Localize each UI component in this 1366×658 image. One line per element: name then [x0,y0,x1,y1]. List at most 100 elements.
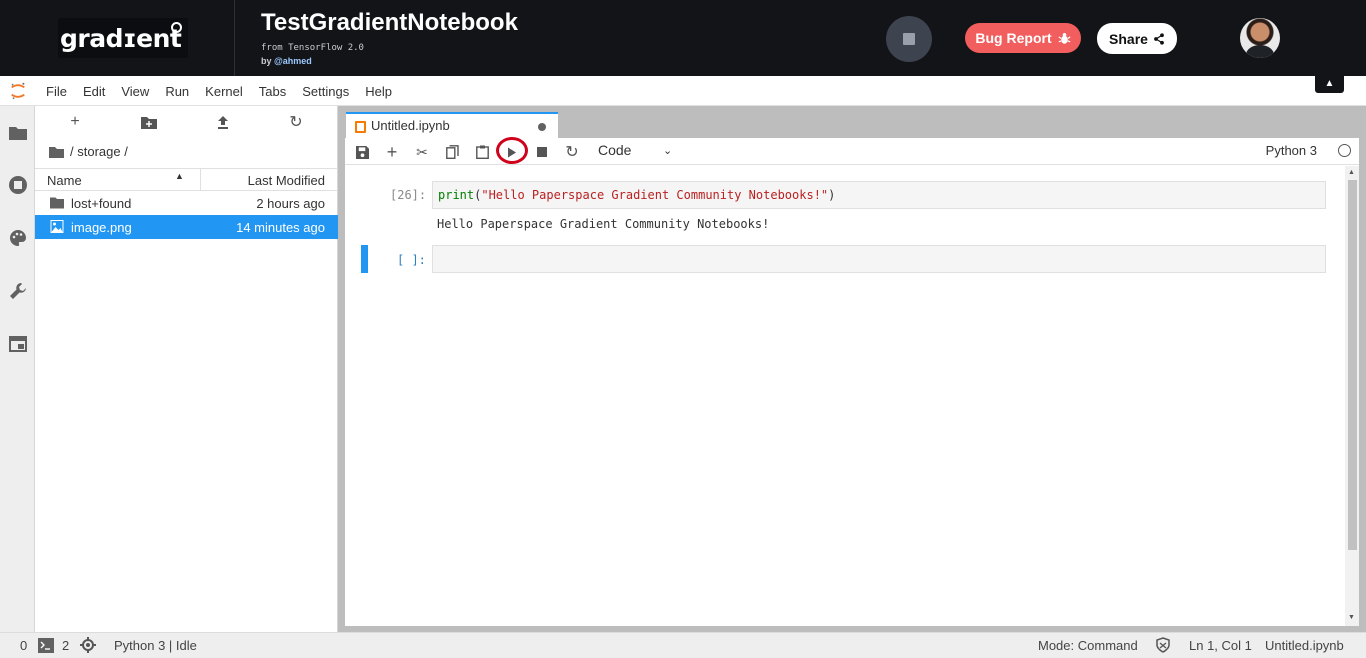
menu-edit[interactable]: Edit [75,76,113,106]
notebook-subtitle: from TensorFlow 2.0 [261,43,364,53]
chevron-down-icon[interactable]: ⌄ [663,144,672,157]
new-folder-icon[interactable] [140,113,158,131]
file-row-lost-found[interactable]: lost+found 2 hours ago [35,191,338,215]
cut-icon[interactable]: ✂ [412,142,432,162]
shield-icon[interactable] [1156,637,1170,656]
image-file-icon [50,220,64,233]
file-modified: 14 minutes ago [236,220,325,235]
status-bar: 0 2 Python 3 | Idle Mode: Command Ln 1, … [0,632,1366,658]
menu-tabs[interactable]: Tabs [251,76,294,106]
menu-bar: File Edit View Run Kernel Tabs Settings … [0,76,1366,106]
kernel-gear-icon[interactable] [80,637,96,656]
jupyter-logo-icon [11,82,25,100]
folder-icon[interactable] [8,122,28,142]
header-divider [234,0,235,76]
notebook-title: TestGradientNotebook [261,9,518,36]
code-keyword: print [438,188,475,202]
code-string: "Hello Paperspace Gradient Community Not… [481,188,829,202]
bug-report-label: Bug Report [975,30,1052,46]
input-prompt: [26]: [390,188,427,202]
notebook-icon [355,121,366,133]
code-text: print("Hello Paperspace Gradient Communi… [438,188,835,202]
menu-view[interactable]: View [113,76,157,106]
stop-notebook-button[interactable] [886,16,932,62]
menu-run[interactable]: Run [157,76,197,106]
logo-dot-icon [171,22,182,33]
kernel-status-icon [1338,144,1351,157]
unsaved-indicator-icon[interactable] [538,123,546,131]
running-icon[interactable] [8,175,28,195]
menu-kernel[interactable]: Kernel [197,76,251,106]
code-paren-close: ) [828,188,836,202]
cell-output: Hello Paperspace Gradient Community Note… [437,217,770,231]
column-last-modified[interactable]: Last Modified [248,173,325,188]
scroll-up-icon[interactable]: ▲ [1348,169,1355,176]
restart-kernel-icon[interactable]: ↻ [562,142,582,162]
breadcrumb: / storage / [49,144,128,159]
kernel-status-text[interactable]: Python 3 | Idle [114,638,197,653]
menu-help[interactable]: Help [357,76,400,106]
active-cell-indicator [361,245,368,273]
author-prefix: by [261,56,275,66]
gradient-logo[interactable]: gradɪent [58,18,188,58]
author-link[interactable]: @ahmed [274,56,312,66]
share-button[interactable]: Share [1097,23,1177,54]
notebook-panel: + ✂ ↻ Code ⌄ Python 3 [26]: print("Hello… [345,137,1359,626]
run-button-highlight [496,137,528,164]
kernel-name[interactable]: Python 3 [1266,143,1317,158]
notebook-scrollbar[interactable]: ▲ ▼ [1345,166,1359,626]
main-dock-area: Untitled.ipynb + ✂ ↻ Code ⌄ Python 3 [26… [338,106,1366,632]
bug-report-button[interactable]: Bug Report [965,23,1081,53]
code-cell-input[interactable] [432,245,1326,273]
terminal-count[interactable]: 2 [62,638,69,653]
file-name: lost+found [71,196,132,211]
new-launcher-icon[interactable]: + [66,113,84,131]
share-icon [1154,32,1164,45]
palette-icon[interactable] [8,228,28,248]
tab-untitled-ipynb[interactable]: Untitled.ipynb [346,112,558,138]
sort-ascending-icon: ▲ [175,171,184,181]
bug-icon [1058,32,1071,44]
input-prompt: [ ]: [397,253,426,267]
file-list-header: Name ▲ Last Modified [35,168,338,191]
notebook-author: by @ahmed [261,56,312,66]
cursor-position[interactable]: Ln 1, Col 1 [1189,638,1252,653]
copy-icon[interactable] [442,142,462,162]
refresh-icon[interactable]: ↻ [287,113,305,131]
code-cell-input[interactable]: print("Hello Paperspace Gradient Communi… [432,181,1326,209]
file-row-image-png[interactable]: image.png 14 minutes ago [35,215,338,239]
running-count[interactable]: 0 [20,638,27,653]
paste-icon[interactable] [472,142,492,162]
scroll-down-icon[interactable]: ▼ [1348,614,1355,621]
menu-items: File Edit View Run Kernel Tabs Settings … [38,76,400,106]
wrench-icon[interactable] [8,281,28,301]
interrupt-kernel-icon[interactable] [532,142,552,162]
home-folder-icon[interactable] [49,146,64,158]
breadcrumb-path[interactable]: / storage / [70,144,128,159]
file-modified: 2 hours ago [256,196,325,211]
user-avatar[interactable] [1240,18,1280,58]
notebook-toolbar: + ✂ ↻ Code ⌄ Python 3 [345,137,1359,165]
save-icon[interactable] [352,142,372,162]
file-name: image.png [71,220,132,235]
status-file-name: Untitled.ipynb [1265,638,1344,653]
tabs-icon[interactable] [8,334,28,354]
column-name[interactable]: Name [47,173,82,188]
tab-label: Untitled.ipynb [371,118,450,133]
upload-icon[interactable] [214,113,232,131]
menu-settings[interactable]: Settings [294,76,357,106]
menu-file[interactable]: File [38,76,75,106]
stop-icon [903,33,915,45]
cell-type-select[interactable]: Code [598,142,631,158]
file-browser: + ↻ / storage / Name ▲ Last Modified los… [35,106,338,632]
collapse-header-button[interactable]: ▲ [1315,76,1344,93]
top-header: gradɪent TestGradientNotebook from Tenso… [0,0,1366,76]
terminal-icon[interactable] [38,638,54,656]
left-sidebar [0,106,35,632]
mode-indicator[interactable]: Mode: Command [1038,638,1138,653]
insert-cell-icon[interactable]: + [382,142,402,162]
file-browser-toolbar: + ↻ [35,106,338,138]
logo-text: gradɪent [60,23,182,53]
folder-icon [50,197,64,209]
scroll-thumb[interactable] [1348,180,1357,550]
